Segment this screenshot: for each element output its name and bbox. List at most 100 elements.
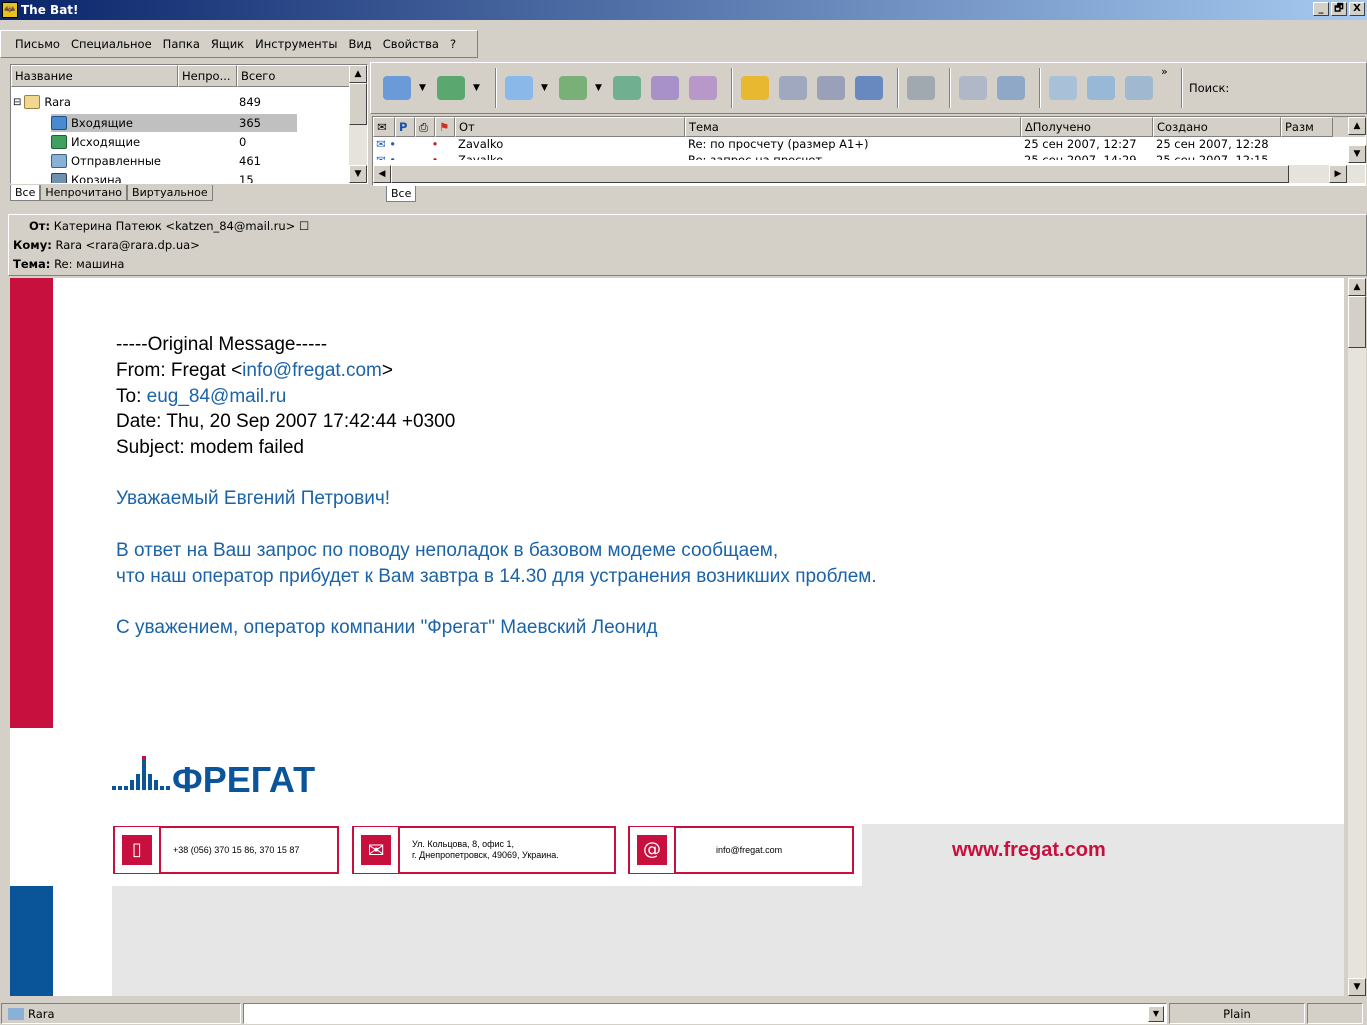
message-row[interactable]: ✉ • • Zavalko Re: по просчету (размер А1… xyxy=(373,137,1365,153)
window-title: The Bat! xyxy=(21,3,79,17)
reply-button[interactable] xyxy=(557,72,589,104)
message-subject: Re: по просчету (размер А1+) xyxy=(688,137,869,151)
forward-button[interactable] xyxy=(649,72,681,104)
scroll-down-icon[interactable]: ▼ xyxy=(1348,145,1366,163)
folder-row[interactable]: Корзина xyxy=(51,171,122,183)
folder-lock-button[interactable] xyxy=(1047,72,1079,104)
hscroll-thumb[interactable] xyxy=(391,165,1289,183)
folder-props-button[interactable] xyxy=(1123,72,1155,104)
scroll-down-icon[interactable]: ▼ xyxy=(1348,978,1366,996)
col-created[interactable]: Создано xyxy=(1153,117,1281,137)
to-value[interactable]: Rara <rara@rara.dp.ua> xyxy=(55,238,199,252)
folder-name: Отправленные xyxy=(71,154,162,168)
col-received[interactable]: ∆Получено xyxy=(1021,117,1153,137)
status-account[interactable]: Rara xyxy=(1,1003,241,1024)
message-tabs: Все xyxy=(386,186,417,202)
new-folder-button[interactable] xyxy=(1085,72,1117,104)
address-book-button[interactable] xyxy=(739,72,771,104)
status-combo[interactable]: ▼ xyxy=(243,1003,1167,1024)
send-mail-button[interactable] xyxy=(435,72,467,104)
address-line-2: г. Днепропетровск, 49069, Украина. xyxy=(412,850,559,860)
tab-virtual[interactable]: Виртуальное xyxy=(127,185,213,201)
tab-all-messages[interactable]: Все xyxy=(386,186,417,202)
redirect-button[interactable] xyxy=(687,72,719,104)
menu-folder[interactable]: Папка xyxy=(163,37,200,51)
scroll-thumb[interactable] xyxy=(349,83,367,125)
mail-from-suffix: > xyxy=(381,360,393,381)
chevron-down-icon[interactable]: ▼ xyxy=(1148,1005,1164,1022)
delete-button[interactable] xyxy=(905,72,937,104)
print-button[interactable] xyxy=(815,72,847,104)
tab-all[interactable]: Все xyxy=(10,185,41,201)
reply-all-button[interactable] xyxy=(611,72,643,104)
toolbar-separator xyxy=(949,68,951,108)
col-total[interactable]: Всего xyxy=(237,65,350,87)
new-message-button[interactable] xyxy=(503,72,535,104)
reply-all-icon xyxy=(613,76,641,100)
folder-scrollbar[interactable]: ▲ ▼ xyxy=(349,65,367,183)
message-row[interactable]: ✉ • • Zavalko Re: запрос на просчет 25 с… xyxy=(373,153,1365,160)
col-subject[interactable]: Тема xyxy=(685,117,1021,137)
folder-tabs: Все Непрочитано Виртуальное xyxy=(10,185,213,201)
folder-row[interactable]: Входящие xyxy=(51,114,133,132)
menu-letter[interactable]: Письмо xyxy=(15,37,60,51)
menu-box[interactable]: Ящик xyxy=(211,37,244,51)
folder-row[interactable]: ⊟ Rara xyxy=(13,93,71,111)
folder-row[interactable]: Исходящие xyxy=(51,133,140,151)
message-hscrollbar[interactable]: ◀ ▶ xyxy=(373,165,1365,183)
menu-properties[interactable]: Свойства xyxy=(383,37,439,51)
tab-unread[interactable]: Непрочитано xyxy=(40,185,128,201)
close-button[interactable]: X xyxy=(1349,2,1365,16)
reply-icon xyxy=(559,76,587,100)
address-book-icon xyxy=(741,76,769,100)
from-value[interactable]: Катерина Патеюк <katzen_84@mail.ru> xyxy=(54,219,296,233)
scroll-left-icon[interactable]: ◀ xyxy=(373,165,391,183)
col-status-icon[interactable]: ✉ xyxy=(373,117,395,137)
from-email-link[interactable]: info@fregat.com xyxy=(242,360,382,381)
chevron-down-icon[interactable]: ▼ xyxy=(419,83,427,93)
body-scrollbar[interactable]: ▲ ▼ xyxy=(1348,278,1366,996)
col-flag-icon[interactable]: ⚑ xyxy=(435,117,455,137)
col-from[interactable]: От xyxy=(455,117,685,137)
email-box: @ info@fregat.com xyxy=(628,826,854,874)
checkbox-icon[interactable]: ☐ xyxy=(299,219,309,233)
red-stripe xyxy=(10,278,53,728)
chevron-down-icon[interactable]: ▼ xyxy=(595,83,603,93)
subject-value: Re: машина xyxy=(54,257,125,271)
menu-view[interactable]: Вид xyxy=(348,37,371,51)
chevron-down-icon[interactable]: ▼ xyxy=(541,83,549,93)
find-button[interactable] xyxy=(777,72,809,104)
website-link[interactable]: www.fregat.com xyxy=(952,839,1106,862)
col-size[interactable]: Разм xyxy=(1281,117,1333,137)
menu-special[interactable]: Специальное xyxy=(71,37,152,51)
email-text[interactable]: info@fregat.com xyxy=(676,845,782,856)
menu-help[interactable]: ? xyxy=(450,37,456,51)
get-mail-button[interactable] xyxy=(381,72,413,104)
col-name[interactable]: Название xyxy=(11,65,178,87)
col-unread[interactable]: Непро... xyxy=(178,65,237,87)
sent-icon xyxy=(51,154,67,168)
col-attach-icon[interactable]: ⎙ xyxy=(415,117,435,137)
folder-view-button[interactable] xyxy=(957,72,989,104)
col-priority-icon[interactable]: P xyxy=(395,117,415,137)
schedule-button[interactable] xyxy=(995,72,1027,104)
to-email-link[interactable]: eug_84@mail.ru xyxy=(147,386,287,407)
minimize-button[interactable]: _ xyxy=(1313,2,1329,16)
scroll-thumb[interactable] xyxy=(1348,296,1366,348)
sort-indicator: ∆ xyxy=(1025,120,1033,134)
scroll-down-icon[interactable]: ▼ xyxy=(349,165,367,183)
mail-from-line: From: Fregat <info@fregat.com> xyxy=(116,358,393,384)
chevron-down-icon[interactable]: ▼ xyxy=(473,83,481,93)
scroll-right-icon[interactable]: ▶ xyxy=(1329,165,1347,183)
status-account-text: Rara xyxy=(28,1006,55,1021)
maximize-button[interactable]: 🗗 xyxy=(1331,2,1347,16)
save-button[interactable] xyxy=(853,72,885,104)
scroll-up-icon[interactable]: ▲ xyxy=(1348,278,1366,296)
more-chevron-icon[interactable]: » xyxy=(1161,65,1175,78)
message-body: -----Original Message----- From: Fregat … xyxy=(10,278,1344,996)
scroll-up-icon[interactable]: ▲ xyxy=(349,65,367,83)
scroll-up-icon[interactable]: ▲ xyxy=(1348,117,1366,135)
folder-row[interactable]: Отправленные xyxy=(51,152,161,170)
menu-tools[interactable]: Инструменты xyxy=(255,37,337,51)
title-bar: 🦇 The Bat! _ 🗗 X xyxy=(0,0,1367,20)
